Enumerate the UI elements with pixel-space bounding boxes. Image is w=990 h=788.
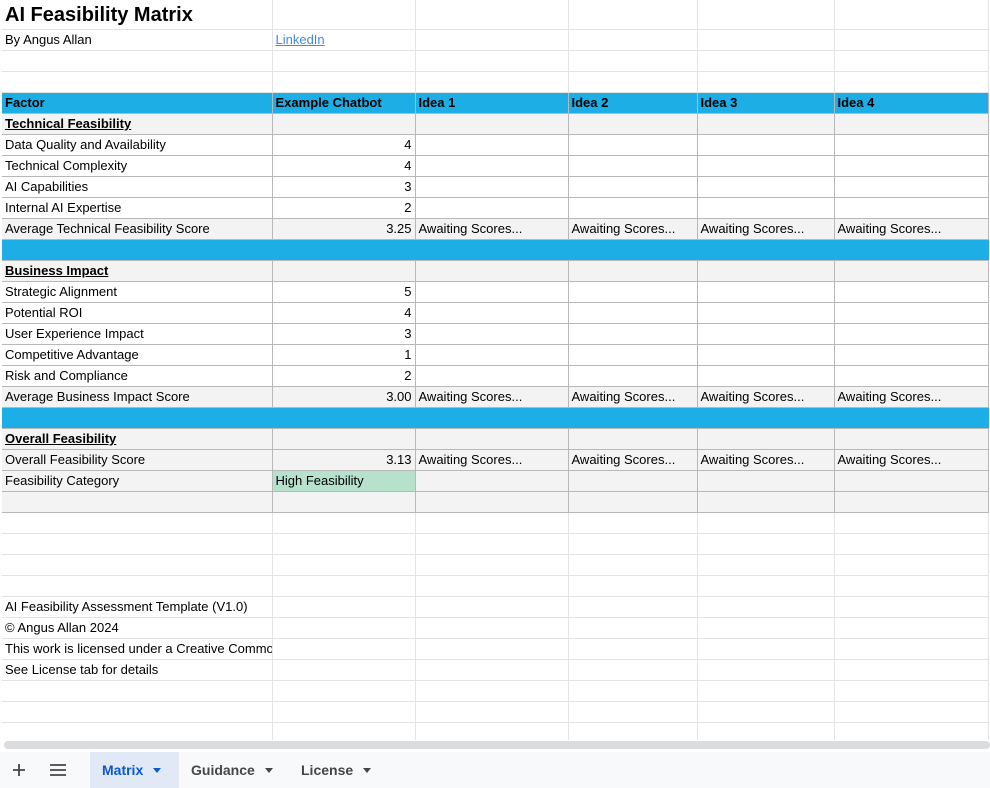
awaiting-cell[interactable]: Awaiting Scores... xyxy=(697,218,835,240)
score-cell[interactable]: 4 xyxy=(272,134,416,156)
average-value[interactable]: 3.00 xyxy=(272,386,416,408)
score-cell[interactable]: 1 xyxy=(272,344,416,366)
table-row: Technical Complexity 4 xyxy=(2,155,989,177)
caret-down-icon[interactable] xyxy=(264,767,273,773)
table-row: AI Capabilities 3 xyxy=(2,176,989,198)
awaiting-cell[interactable]: Awaiting Scores... xyxy=(568,386,698,408)
caret-down-icon[interactable] xyxy=(363,767,372,773)
category-value[interactable]: High Feasibility xyxy=(272,470,416,492)
score-cell[interactable]: 2 xyxy=(272,365,416,387)
table-row: Competitive Advantage 1 xyxy=(2,344,989,366)
header-factor[interactable]: Factor xyxy=(2,92,273,114)
author-cell[interactable]: By Angus Allan xyxy=(2,29,273,51)
sheet-title[interactable]: AI Feasibility Matrix xyxy=(2,0,273,30)
factor-cell[interactable]: Strategic Alignment xyxy=(2,281,273,303)
empty-table-row xyxy=(2,491,989,513)
overall-score-value[interactable]: 3.13 xyxy=(272,449,416,471)
average-technical-row: Average Technical Feasibility Score 3.25… xyxy=(2,218,989,240)
score-cell[interactable]: 3 xyxy=(272,323,416,345)
linkedin-link-cell[interactable]: LinkedIn xyxy=(272,29,416,51)
factor-cell[interactable]: Risk and Compliance xyxy=(2,365,273,387)
average-value[interactable]: 3.25 xyxy=(272,218,416,240)
tab-matrix[interactable]: Matrix xyxy=(90,752,179,788)
footer-line[interactable]: See License tab for details xyxy=(2,659,273,681)
score-cell[interactable]: 5 xyxy=(272,281,416,303)
factor-cell[interactable]: Data Quality and Availability xyxy=(2,134,273,156)
separator-row xyxy=(2,407,989,429)
factor-cell[interactable]: Potential ROI xyxy=(2,302,273,324)
section-overall: Overall Feasibility xyxy=(2,428,989,450)
factor-cell[interactable]: Internal AI Expertise xyxy=(2,197,273,219)
header-idea-2[interactable]: Idea 2 xyxy=(568,92,698,114)
awaiting-cell[interactable]: Awaiting Scores... xyxy=(568,218,698,240)
table-row: Data Quality and Availability 4 xyxy=(2,134,989,156)
awaiting-cell[interactable]: Awaiting Scores... xyxy=(415,218,569,240)
header-idea-3[interactable]: Idea 3 xyxy=(697,92,835,114)
tab-label: Guidance xyxy=(191,762,255,778)
table-row: Strategic Alignment 5 xyxy=(2,281,989,303)
awaiting-cell[interactable]: Awaiting Scores... xyxy=(697,386,835,408)
awaiting-cell[interactable]: Awaiting Scores... xyxy=(415,386,569,408)
linkedin-link[interactable]: LinkedIn xyxy=(276,32,325,47)
factor-cell[interactable]: User Experience Impact xyxy=(2,323,273,345)
footer-line[interactable]: This work is licensed under a Creative C… xyxy=(2,638,273,660)
tab-label: Matrix xyxy=(102,762,144,778)
footer-line[interactable]: © Angus Allan 2024 xyxy=(2,617,273,639)
factor-cell[interactable]: AI Capabilities xyxy=(2,176,273,198)
menu-lines-icon[interactable] xyxy=(43,752,73,788)
score-cell[interactable]: 2 xyxy=(272,197,416,219)
score-cell[interactable]: 4 xyxy=(272,155,416,177)
average-label[interactable]: Average Technical Feasibility Score xyxy=(2,218,273,240)
awaiting-cell[interactable]: Awaiting Scores... xyxy=(568,449,698,471)
section-business: Business Impact xyxy=(2,260,989,282)
spreadsheet-grid[interactable]: AI Feasibility Matrix By Angus Allan Lin… xyxy=(0,0,990,740)
section-label[interactable]: Technical Feasibility xyxy=(2,113,273,135)
overall-score-label[interactable]: Overall Feasibility Score xyxy=(2,449,273,471)
header-row: Factor Example Chatbot Idea 1 Idea 2 Ide… xyxy=(2,92,989,114)
score-cell[interactable]: 3 xyxy=(272,176,416,198)
tab-license[interactable]: License xyxy=(289,752,389,788)
awaiting-cell[interactable]: Awaiting Scores... xyxy=(834,449,989,471)
feasibility-category-row: Feasibility Category High Feasibility xyxy=(2,470,989,492)
table-row: Internal AI Expertise 2 xyxy=(2,197,989,219)
table-row: User Experience Impact 3 xyxy=(2,323,989,345)
sheet-table: AI Feasibility Matrix By Angus Allan Lin… xyxy=(2,0,989,740)
category-label[interactable]: Feasibility Category xyxy=(2,470,273,492)
average-label[interactable]: Average Business Impact Score xyxy=(2,386,273,408)
header-idea-4[interactable]: Idea 4 xyxy=(834,92,989,114)
tab-guidance[interactable]: Guidance xyxy=(179,752,289,788)
tab-label: License xyxy=(301,762,354,778)
factor-cell[interactable]: Competitive Advantage xyxy=(2,344,273,366)
sheet-tab-bar: Matrix Guidance License xyxy=(0,752,990,788)
awaiting-cell[interactable]: Awaiting Scores... xyxy=(834,218,989,240)
header-idea-1[interactable]: Idea 1 xyxy=(415,92,569,114)
factor-cell[interactable]: Technical Complexity xyxy=(2,155,273,177)
plus-icon[interactable] xyxy=(4,752,34,788)
section-technical: Technical Feasibility xyxy=(2,113,989,135)
awaiting-cell[interactable]: Awaiting Scores... xyxy=(415,449,569,471)
awaiting-cell[interactable]: Awaiting Scores... xyxy=(697,449,835,471)
header-example-chatbot[interactable]: Example Chatbot xyxy=(272,92,416,114)
table-row: Risk and Compliance 2 xyxy=(2,365,989,387)
separator-row xyxy=(2,239,989,261)
score-cell[interactable]: 4 xyxy=(272,302,416,324)
average-business-row: Average Business Impact Score 3.00 Await… xyxy=(2,386,989,408)
footer-line[interactable]: AI Feasibility Assessment Template (V1.0… xyxy=(2,596,273,618)
awaiting-cell[interactable]: Awaiting Scores... xyxy=(834,386,989,408)
caret-down-icon[interactable] xyxy=(153,767,162,773)
table-row: Potential ROI 4 xyxy=(2,302,989,324)
overall-score-row: Overall Feasibility Score 3.13 Awaiting … xyxy=(2,449,989,471)
horizontal-scrollbar[interactable] xyxy=(4,741,990,749)
section-label[interactable]: Business Impact xyxy=(2,260,273,282)
section-label[interactable]: Overall Feasibility xyxy=(2,428,273,450)
